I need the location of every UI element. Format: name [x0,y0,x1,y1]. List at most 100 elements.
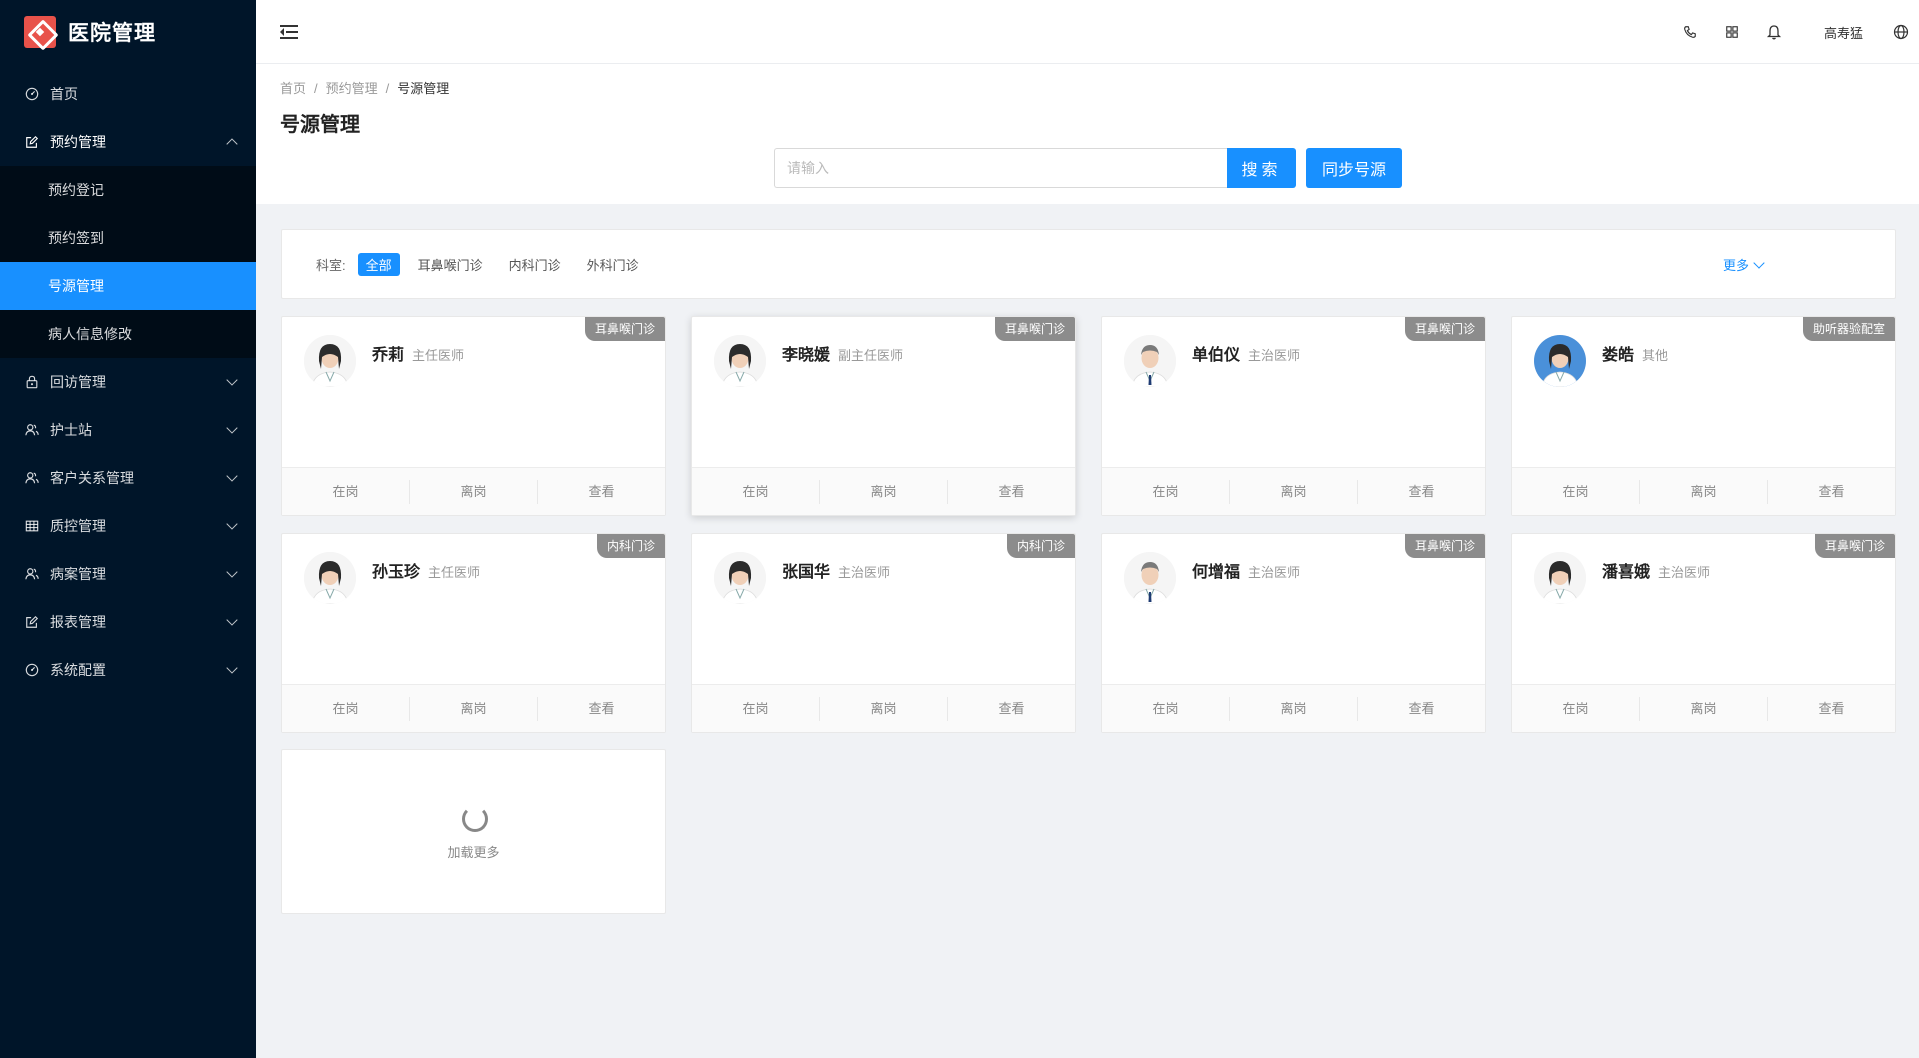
on-duty-button[interactable]: 在岗 [692,696,820,721]
on-duty-button[interactable]: 在岗 [692,479,820,504]
doctor-avatar [1534,335,1586,387]
doctor-name-row: 单伯仪 主治医师 [1192,341,1300,365]
view-button[interactable]: 查看 [538,697,665,721]
off-duty-button[interactable]: 离岗 [1640,696,1768,721]
doctor-name: 单伯仪 [1192,347,1241,364]
doctor-avatar [1534,552,1586,604]
off-duty-button[interactable]: 离岗 [410,696,538,721]
doctor-card[interactable]: 耳鼻喉门诊 乔莉 主任医师 在岗 离岗 查看 [281,316,666,516]
app-title: 医院管理 [68,22,156,45]
card-actions: 在岗 离岗 查看 [1102,684,1485,732]
more-label: 更多 [1722,258,1749,273]
view-button[interactable]: 查看 [1768,697,1895,721]
sidebar-item-4[interactable]: 客户关系管理 [0,454,256,502]
department-tag: 耳鼻喉门诊 [994,317,1075,341]
off-duty-button[interactable]: 离岗 [1230,696,1358,721]
on-duty-button[interactable]: 在岗 [282,696,410,721]
loading-icon [462,806,488,832]
doctor-card[interactable]: 耳鼻喉门诊 潘喜娥 主治医师 在岗 离岗 查看 [1511,533,1896,733]
doctor-card[interactable]: 耳鼻喉门诊单伯仪 主治医师在岗 离岗 查看 [1101,316,1486,516]
filter-tag-0[interactable]: 全部 [357,252,400,276]
sync-schedule-button[interactable]: 同步号源 [1306,148,1402,188]
chevron-down-icon [226,470,238,482]
user-name[interactable]: 高寿猛 [1824,23,1863,42]
header-actions: 高寿猛 [1680,0,1919,64]
submenu-item-1[interactable]: 预约签到 [0,214,256,262]
on-duty-button[interactable]: 在岗 [1102,696,1230,721]
edit-icon [24,134,40,150]
card-actions: 在岗 离岗 查看 [282,684,665,732]
apps-grid-icon[interactable] [1722,22,1742,42]
doctor-card[interactable]: 内科门诊孙玉珍 主任医师在岗 离岗 查看 [281,533,666,733]
submenu-item-3[interactable]: 病人信息修改 [0,310,256,358]
more-filter-toggle[interactable]: 更多 [1722,255,1765,274]
load-more-card[interactable]: 加载更多 [281,749,666,914]
sidebar-item-7[interactable]: 报表管理 [0,598,256,646]
filter-tag-2[interactable]: 内科门诊 [501,253,569,276]
search-input[interactable] [774,148,1228,188]
bell-icon[interactable] [1764,22,1784,42]
doctor-name-row: 孙玉珍 主任医师 [372,558,480,582]
view-button[interactable]: 查看 [538,480,665,504]
breadcrumb-appointment[interactable]: 预约管理 [326,81,378,96]
view-button[interactable]: 查看 [948,697,1075,721]
department-tag: 内科门诊 [596,534,665,558]
doctor-title: 副主任医师 [838,348,904,363]
sidebar-item-5[interactable]: 质控管理 [0,502,256,550]
doctor-title: 主治医师 [1658,565,1711,580]
on-duty-button[interactable]: 在岗 [1512,479,1640,504]
sidebar-item-6[interactable]: 病案管理 [0,550,256,598]
on-duty-button[interactable]: 在岗 [1512,696,1640,721]
filter-tag-1[interactable]: 耳鼻喉门诊 [410,253,491,276]
doctor-name: 张国华 [782,564,831,581]
doctor-card[interactable]: 内科门诊 张国华 主治医师 在岗 离岗 查看 [691,533,1076,733]
sidebar-item-2[interactable]: 回访管理 [0,358,256,406]
submenu-item-0[interactable]: 预约登记 [0,166,256,214]
filter-tag-3[interactable]: 外科门诊 [579,253,647,276]
search-button[interactable]: 搜索 [1227,148,1296,188]
department-tag: 耳鼻喉门诊 [1404,317,1485,341]
phone-icon[interactable] [1680,22,1700,42]
chevron-down-icon [226,566,238,578]
doctor-avatar [1124,552,1176,604]
doctor-name-row: 潘喜娥 主治医师 [1602,558,1710,582]
off-duty-button[interactable]: 离岗 [820,696,948,721]
doctor-card[interactable]: 耳鼻喉门诊 李晓媛 副主任医师 在岗 离岗 查看 [691,316,1076,516]
load-more-label: 加载更多 [447,845,500,860]
sidebar-item-label: 质控管理 [50,518,106,534]
sidebar-item-0[interactable]: 首页 [0,70,256,118]
page-header: 首页/预约管理/号源管理 号源管理 搜索 同步号源 [256,64,1919,204]
sidebar-item-label: 报表管理 [50,614,106,630]
view-button[interactable]: 查看 [948,480,1075,504]
doctor-name-row: 何增福 主治医师 [1192,558,1300,582]
doctor-name-row: 乔莉 主任医师 [372,341,464,365]
card-actions: 在岗 离岗 查看 [1512,684,1895,732]
filter-label: 科室: [316,257,346,273]
doctor-card[interactable]: 耳鼻喉门诊 何增福 主治医师 在岗 离岗 查看 [1101,533,1486,733]
sidebar-item-label: 系统配置 [50,662,106,678]
sidebar-item-1[interactable]: 预约管理 [0,118,256,166]
user-group-icon [24,422,40,438]
sidebar-item-8[interactable]: 系统配置 [0,646,256,694]
globe-icon[interactable] [1891,22,1911,42]
off-duty-button[interactable]: 离岗 [1230,479,1358,504]
doctor-card[interactable]: 助听器验配室 娄皓 其他 在岗 离岗 查看 [1511,316,1896,516]
sidebar-item-3[interactable]: 护士站 [0,406,256,454]
view-button[interactable]: 查看 [1358,697,1485,721]
breadcrumb-current: 号源管理 [397,81,450,96]
breadcrumb-home[interactable]: 首页 [280,81,306,96]
off-duty-button[interactable]: 离岗 [410,479,538,504]
doctor-title: 主任医师 [412,348,465,363]
off-duty-button[interactable]: 离岗 [1640,479,1768,504]
submenu-item-2[interactable]: 号源管理 [0,262,256,310]
chevron-down-icon [226,614,238,626]
on-duty-button[interactable]: 在岗 [1102,479,1230,504]
off-duty-button[interactable]: 离岗 [820,479,948,504]
view-button[interactable]: 查看 [1358,480,1485,504]
view-button[interactable]: 查看 [1768,480,1895,504]
app-logo[interactable]: 医院管理 [0,0,256,64]
on-duty-button[interactable]: 在岗 [282,479,410,504]
doctor-avatar [1124,335,1176,387]
menu-fold-icon[interactable] [280,24,298,39]
department-tag: 内科门诊 [1006,534,1075,558]
